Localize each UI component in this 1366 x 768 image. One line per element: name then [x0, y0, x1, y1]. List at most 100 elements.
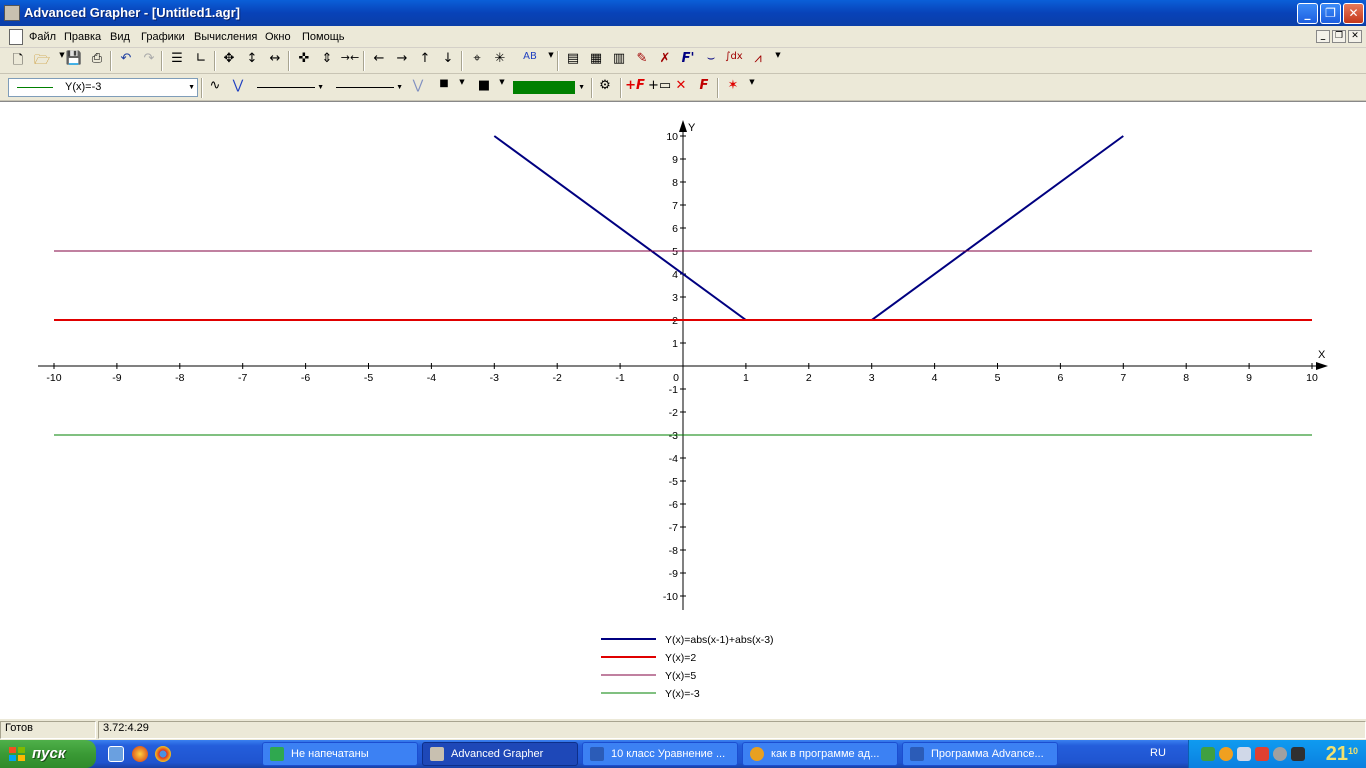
task-not-printed[interactable]: Не напечатаны — [262, 742, 418, 766]
y-tick-label: 5 — [672, 246, 678, 258]
mdi-minimize-button[interactable]: _ — [1316, 30, 1330, 43]
stretch-horizontal-icon[interactable]: ↔ — [265, 51, 285, 71]
derivative-icon[interactable]: F' — [678, 51, 698, 71]
menu-graphs[interactable]: Графики — [141, 31, 185, 43]
volume-icon[interactable] — [1291, 747, 1305, 761]
chrome-icon[interactable] — [155, 746, 171, 762]
menu-help[interactable]: Помощь — [302, 31, 345, 43]
mdi-restore-button[interactable]: ❐ — [1332, 30, 1346, 43]
text-tool-icon[interactable]: AB — [519, 51, 541, 71]
add-table-icon[interactable]: +▭ — [648, 78, 671, 98]
browser-icon[interactable] — [132, 746, 148, 762]
x-tick-label: 8 — [1183, 372, 1189, 384]
clock[interactable]: 2110 — [1326, 743, 1358, 766]
mark-point-icon[interactable]: ✶ — [723, 78, 743, 98]
point-style-icon[interactable]: ■ — [434, 78, 454, 98]
task-chrome[interactable]: как в программе ад... — [742, 742, 898, 766]
window-title: Advanced Grapher - [Untitled1.agr] — [24, 5, 240, 20]
zoom-in-icon[interactable]: ✜ — [294, 51, 314, 71]
line-style-select[interactable]: ▼ — [252, 78, 327, 97]
app-icon[interactable] — [4, 5, 20, 21]
axes-icon[interactable]: ∟ — [191, 51, 211, 71]
stretch-vertical-icon[interactable]: ↕ — [242, 51, 262, 71]
open-folder-icon[interactable]: 🗁 — [32, 51, 52, 71]
graph-select[interactable]: Y(x)=-3 ▼ — [8, 78, 198, 97]
y-tick-label: -5 — [669, 476, 678, 488]
legend-label: Y(x)=2 — [665, 652, 696, 664]
marker-icon[interactable]: ⋁ — [408, 78, 428, 98]
regression-icon[interactable]: ⩘ — [748, 51, 768, 71]
menu-calculations[interactable]: Вычисления — [194, 31, 257, 43]
properties-icon[interactable]: ▤ — [563, 51, 583, 71]
integral-icon[interactable]: ∫dx — [724, 51, 744, 71]
network-icon[interactable] — [1201, 747, 1215, 761]
new-file-icon[interactable]: 🗋 — [8, 51, 28, 71]
table-icon[interactable]: ▥ — [609, 51, 629, 71]
mdi-close-button[interactable]: ✕ — [1348, 30, 1362, 43]
print-icon[interactable]: ⎙ — [87, 51, 107, 71]
compress-horizontal-icon[interactable]: →← — [340, 51, 360, 71]
scroll-down-icon[interactable]: ↓ — [438, 51, 458, 71]
task-word-doc-2[interactable]: Программа Advance... — [902, 742, 1058, 766]
analysis-icon[interactable]: ✎ — [632, 51, 652, 71]
close-button[interactable]: ✕ — [1343, 3, 1364, 24]
word-icon — [910, 747, 924, 761]
scroll-left-icon[interactable]: ← — [369, 51, 389, 71]
scroll-up-icon[interactable]: ↑ — [415, 51, 435, 71]
compress-vertical-icon[interactable]: ⇕ — [317, 51, 337, 71]
save-icon[interactable]: 💾 — [64, 51, 84, 71]
graph-list-icon[interactable]: ☰ — [167, 51, 187, 71]
color-swatch — [513, 81, 575, 94]
intersection-icon[interactable]: ✗ — [655, 51, 675, 71]
security-icon[interactable] — [1255, 747, 1269, 761]
add-function-icon[interactable]: +F — [625, 78, 645, 98]
update-icon[interactable] — [1273, 747, 1287, 761]
more-dropdown-icon[interactable]: ▼ — [768, 51, 788, 71]
line-width-select[interactable]: ▼ — [331, 78, 406, 97]
menu-edit[interactable]: Правка — [64, 31, 101, 43]
color-select[interactable]: ▼ — [510, 78, 588, 97]
menu-file[interactable]: Файл — [29, 31, 56, 43]
task-advanced-grapher[interactable]: Advanced Grapher — [422, 742, 578, 766]
smooth-line-icon[interactable]: ∿ — [205, 78, 225, 98]
edit-function-icon[interactable]: F — [694, 78, 714, 98]
y-tick-label: -7 — [669, 522, 678, 534]
display-icon[interactable] — [1237, 747, 1251, 761]
main-toolbar: 🗋 🗁 ▼ 💾 ⎙ ↶ ↷ ☰ ∟ ✥ ↕ ↔ ✜ ⇕ →← ← → ↑ ↓ ⌖… — [0, 48, 1366, 74]
menu-view[interactable]: Вид — [110, 31, 130, 43]
graph-line-swatch — [17, 87, 53, 88]
scroll-right-icon[interactable]: → — [392, 51, 412, 71]
x-tick-label: -10 — [46, 372, 61, 384]
start-button[interactable]: пуск — [0, 740, 96, 768]
crosshair-icon[interactable]: ⌖ — [467, 51, 487, 71]
move-icon[interactable]: ✥ — [219, 51, 239, 71]
plot-area[interactable]: X Y -10 -9 -8 -7 -6 -5 -4 -3 -2 -1 0 1 2 3 4 5 6 7 8 9 10 -10 -9… — [0, 101, 1366, 718]
undo-icon[interactable]: ↶ — [116, 51, 136, 71]
tangent-icon[interactable]: ⌣ — [701, 51, 721, 71]
point-size-icon[interactable]: ■ — [474, 78, 494, 98]
language-indicator[interactable]: RU — [1150, 747, 1166, 759]
redo-icon[interactable]: ↷ — [139, 51, 159, 71]
start-label: пуск — [32, 745, 66, 762]
point-size-dropdown-icon[interactable]: ▼ — [492, 78, 512, 98]
minimize-button[interactable]: _ — [1297, 3, 1318, 24]
v-line-icon[interactable]: ⋁ — [228, 78, 248, 98]
delete-graph-icon[interactable]: ✕ — [671, 78, 691, 98]
graph-canvas[interactable]: XY-10 -9 -8 -7 -6 -5 -4 -3 -2 -1 0 1 2 3 4 5 6 7 8 9 10-10-9… — [0, 102, 1366, 719]
task-word-doc-1[interactable]: 10 класс Уравнение ... — [582, 742, 738, 766]
series-line — [493, 135, 1124, 321]
restore-button[interactable]: ❐ — [1320, 3, 1341, 24]
x-tick-label: 5 — [995, 372, 1001, 384]
mark-dropdown-icon[interactable]: ▼ — [742, 78, 762, 98]
document-icon[interactable] — [9, 29, 23, 45]
legend-label: Y(x)=abs(x-1)+abs(x-3) — [665, 634, 774, 646]
calculator-icon[interactable]: ▦ — [586, 51, 606, 71]
graph-properties-icon[interactable]: ⚙ — [595, 78, 615, 98]
antivirus-icon[interactable] — [1219, 747, 1233, 761]
point-style-dropdown-icon[interactable]: ▼ — [452, 78, 472, 98]
asterisk-icon[interactable]: ✳ — [490, 51, 510, 71]
x-tick-label: -2 — [553, 372, 562, 384]
toolbar-separator — [620, 78, 622, 98]
menu-window[interactable]: Окно — [265, 31, 291, 43]
show-desktop-icon[interactable] — [108, 746, 124, 762]
